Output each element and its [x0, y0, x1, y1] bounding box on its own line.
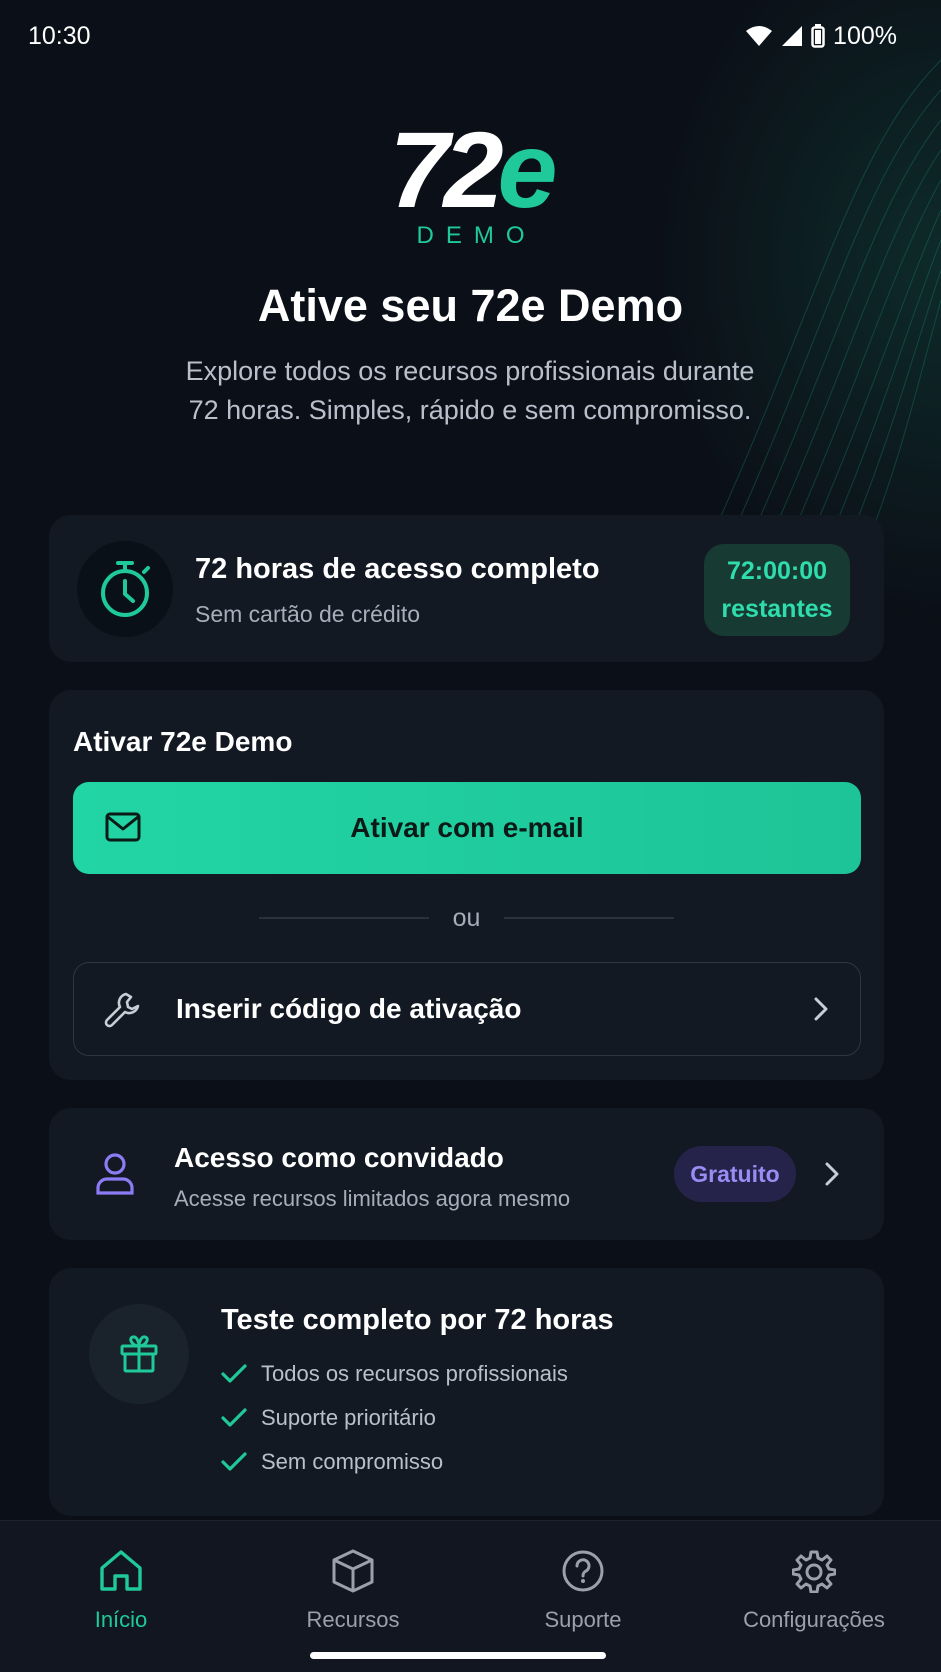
- list-item: Sem compromisso: [221, 1440, 568, 1484]
- mail-icon: [105, 812, 141, 842]
- divider-line-left: [259, 917, 429, 919]
- trial-info-card: Teste completo por 72 horas Todos os rec…: [49, 1268, 884, 1516]
- nav-item-configuracoes[interactable]: Configurações: [714, 1545, 914, 1633]
- check-icon: [221, 1408, 247, 1427]
- gift-icon: [120, 1335, 158, 1373]
- home-icon: [100, 1550, 142, 1591]
- user-icon: [96, 1153, 134, 1195]
- app-logo: 72e DEMO: [0, 116, 941, 250]
- divider-text: ou: [452, 903, 481, 932]
- status-time: 10:30: [28, 21, 91, 50]
- gear-icon: [792, 1550, 836, 1593]
- activate-email-button[interactable]: Ativar com e-mail: [73, 782, 861, 874]
- status-bar: 10:30 100%: [0, 0, 941, 72]
- help-icon: [562, 1550, 604, 1592]
- chevron-right-icon: [825, 1162, 839, 1186]
- chevron-right-icon: [814, 997, 828, 1021]
- stopwatch-icon: [101, 561, 150, 617]
- nav-item-recursos[interactable]: Recursos: [253, 1545, 453, 1633]
- wifi-icon: [746, 26, 773, 46]
- countdown-time: 72:00:00: [726, 557, 828, 585]
- status-indicators: 100%: [745, 22, 897, 51]
- activation-code-button[interactable]: Inserir código de ativação: [73, 962, 861, 1056]
- nav-label: Início: [94, 1607, 148, 1632]
- activate-heading: Ativar 72e Demo: [73, 726, 293, 757]
- activation-code-label: Inserir código de ativação: [176, 993, 522, 1024]
- box-icon: [332, 1549, 374, 1593]
- nav-label: Suporte: [544, 1607, 622, 1632]
- list-item: Todos os recursos profissionais: [221, 1352, 568, 1396]
- trial-title: Teste completo por 72 horas: [221, 1304, 614, 1336]
- page-subtitle: Explore todos os recursos profissionais …: [185, 356, 755, 425]
- countdown-label: restantes: [721, 595, 833, 623]
- battery-icon: [811, 24, 825, 48]
- activation-screen: 10:30 100% 72e DEMO Ative seu 72e Demo E…: [0, 0, 941, 1672]
- guest-subtitle: Acesse recursos limitados agora mesmo: [174, 1186, 571, 1211]
- stopwatch-badge: [77, 541, 173, 637]
- nav-label: Recursos: [306, 1607, 400, 1632]
- check-icon: [221, 1364, 247, 1383]
- nav-item-suporte[interactable]: Suporte: [483, 1545, 683, 1633]
- nav-item-inicio[interactable]: Início: [21, 1545, 221, 1633]
- access-subtitle: Sem cartão de crédito: [195, 601, 421, 627]
- battery-percent: 100%: [833, 21, 897, 50]
- access-summary-card: 72 horas de acesso completo Sem cartão d…: [49, 515, 884, 662]
- activate-card: Ativar 72e Demo Ativar com e-mail ou Ins…: [49, 690, 884, 1080]
- countdown-badge: 72:00:00 restantes: [704, 544, 850, 636]
- list-item: Suporte prioritário: [221, 1396, 568, 1440]
- divider-line-right: [504, 917, 674, 919]
- check-icon: [221, 1452, 247, 1471]
- home-indicator[interactable]: [310, 1652, 606, 1659]
- guest-title: Acesso como convidado: [174, 1142, 504, 1173]
- gift-badge: [89, 1304, 189, 1404]
- feature-label: Sem compromisso: [261, 1449, 444, 1474]
- page-title: Ative seu 72e Demo: [257, 280, 684, 331]
- guest-access-card[interactable]: Acesso como convidado Acesse recursos li…: [49, 1108, 884, 1240]
- feature-label: Todos os recursos profissionais: [261, 1361, 568, 1386]
- access-title: 72 horas de acesso completo: [195, 553, 600, 585]
- cellular-signal-icon: [782, 26, 803, 46]
- wrench-icon: [104, 992, 140, 1028]
- feature-label: Suporte prioritário: [261, 1405, 436, 1430]
- bottom-navigation: Início Recursos Suporte Configurações: [0, 1520, 941, 1672]
- logo-subtitle: DEMO: [416, 222, 537, 249]
- activate-email-label: Ativar com e-mail: [350, 812, 584, 843]
- or-divider: ou: [259, 900, 674, 936]
- logo-mark-accent: e: [497, 109, 558, 230]
- nav-label: Configurações: [743, 1607, 885, 1632]
- logo-mark: 72e: [0, 116, 941, 224]
- logo-mark-main: 72: [389, 109, 503, 230]
- trial-feature-list: Todos os recursos profissionais Suporte …: [221, 1352, 568, 1484]
- free-badge: Gratuito: [674, 1146, 796, 1202]
